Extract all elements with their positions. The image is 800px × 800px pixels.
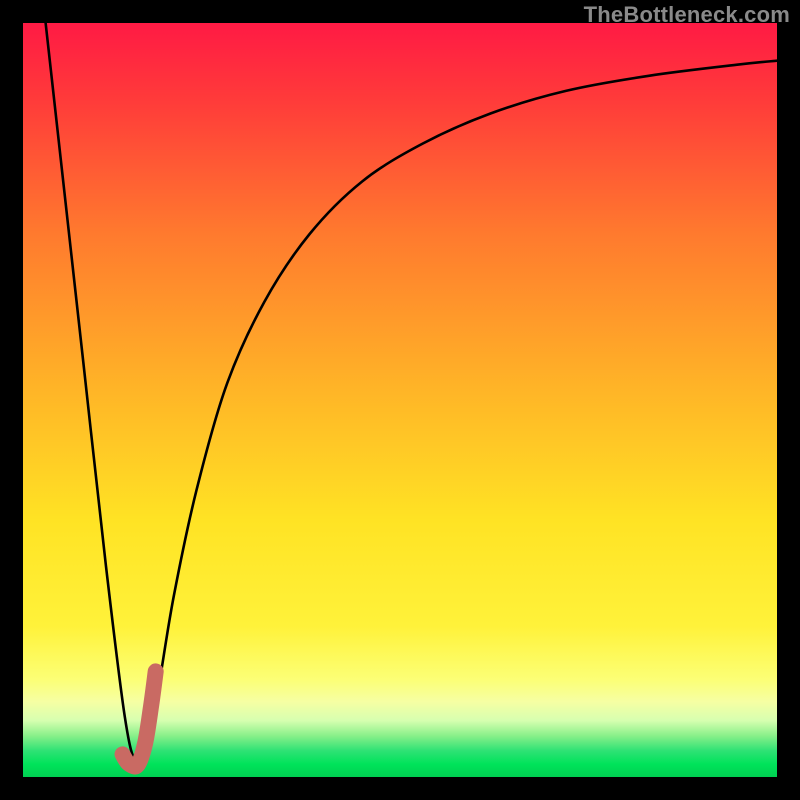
plot-area	[23, 23, 777, 777]
chart-frame: TheBottleneck.com	[0, 0, 800, 800]
chart-svg	[23, 23, 777, 777]
gradient-background	[23, 23, 777, 777]
